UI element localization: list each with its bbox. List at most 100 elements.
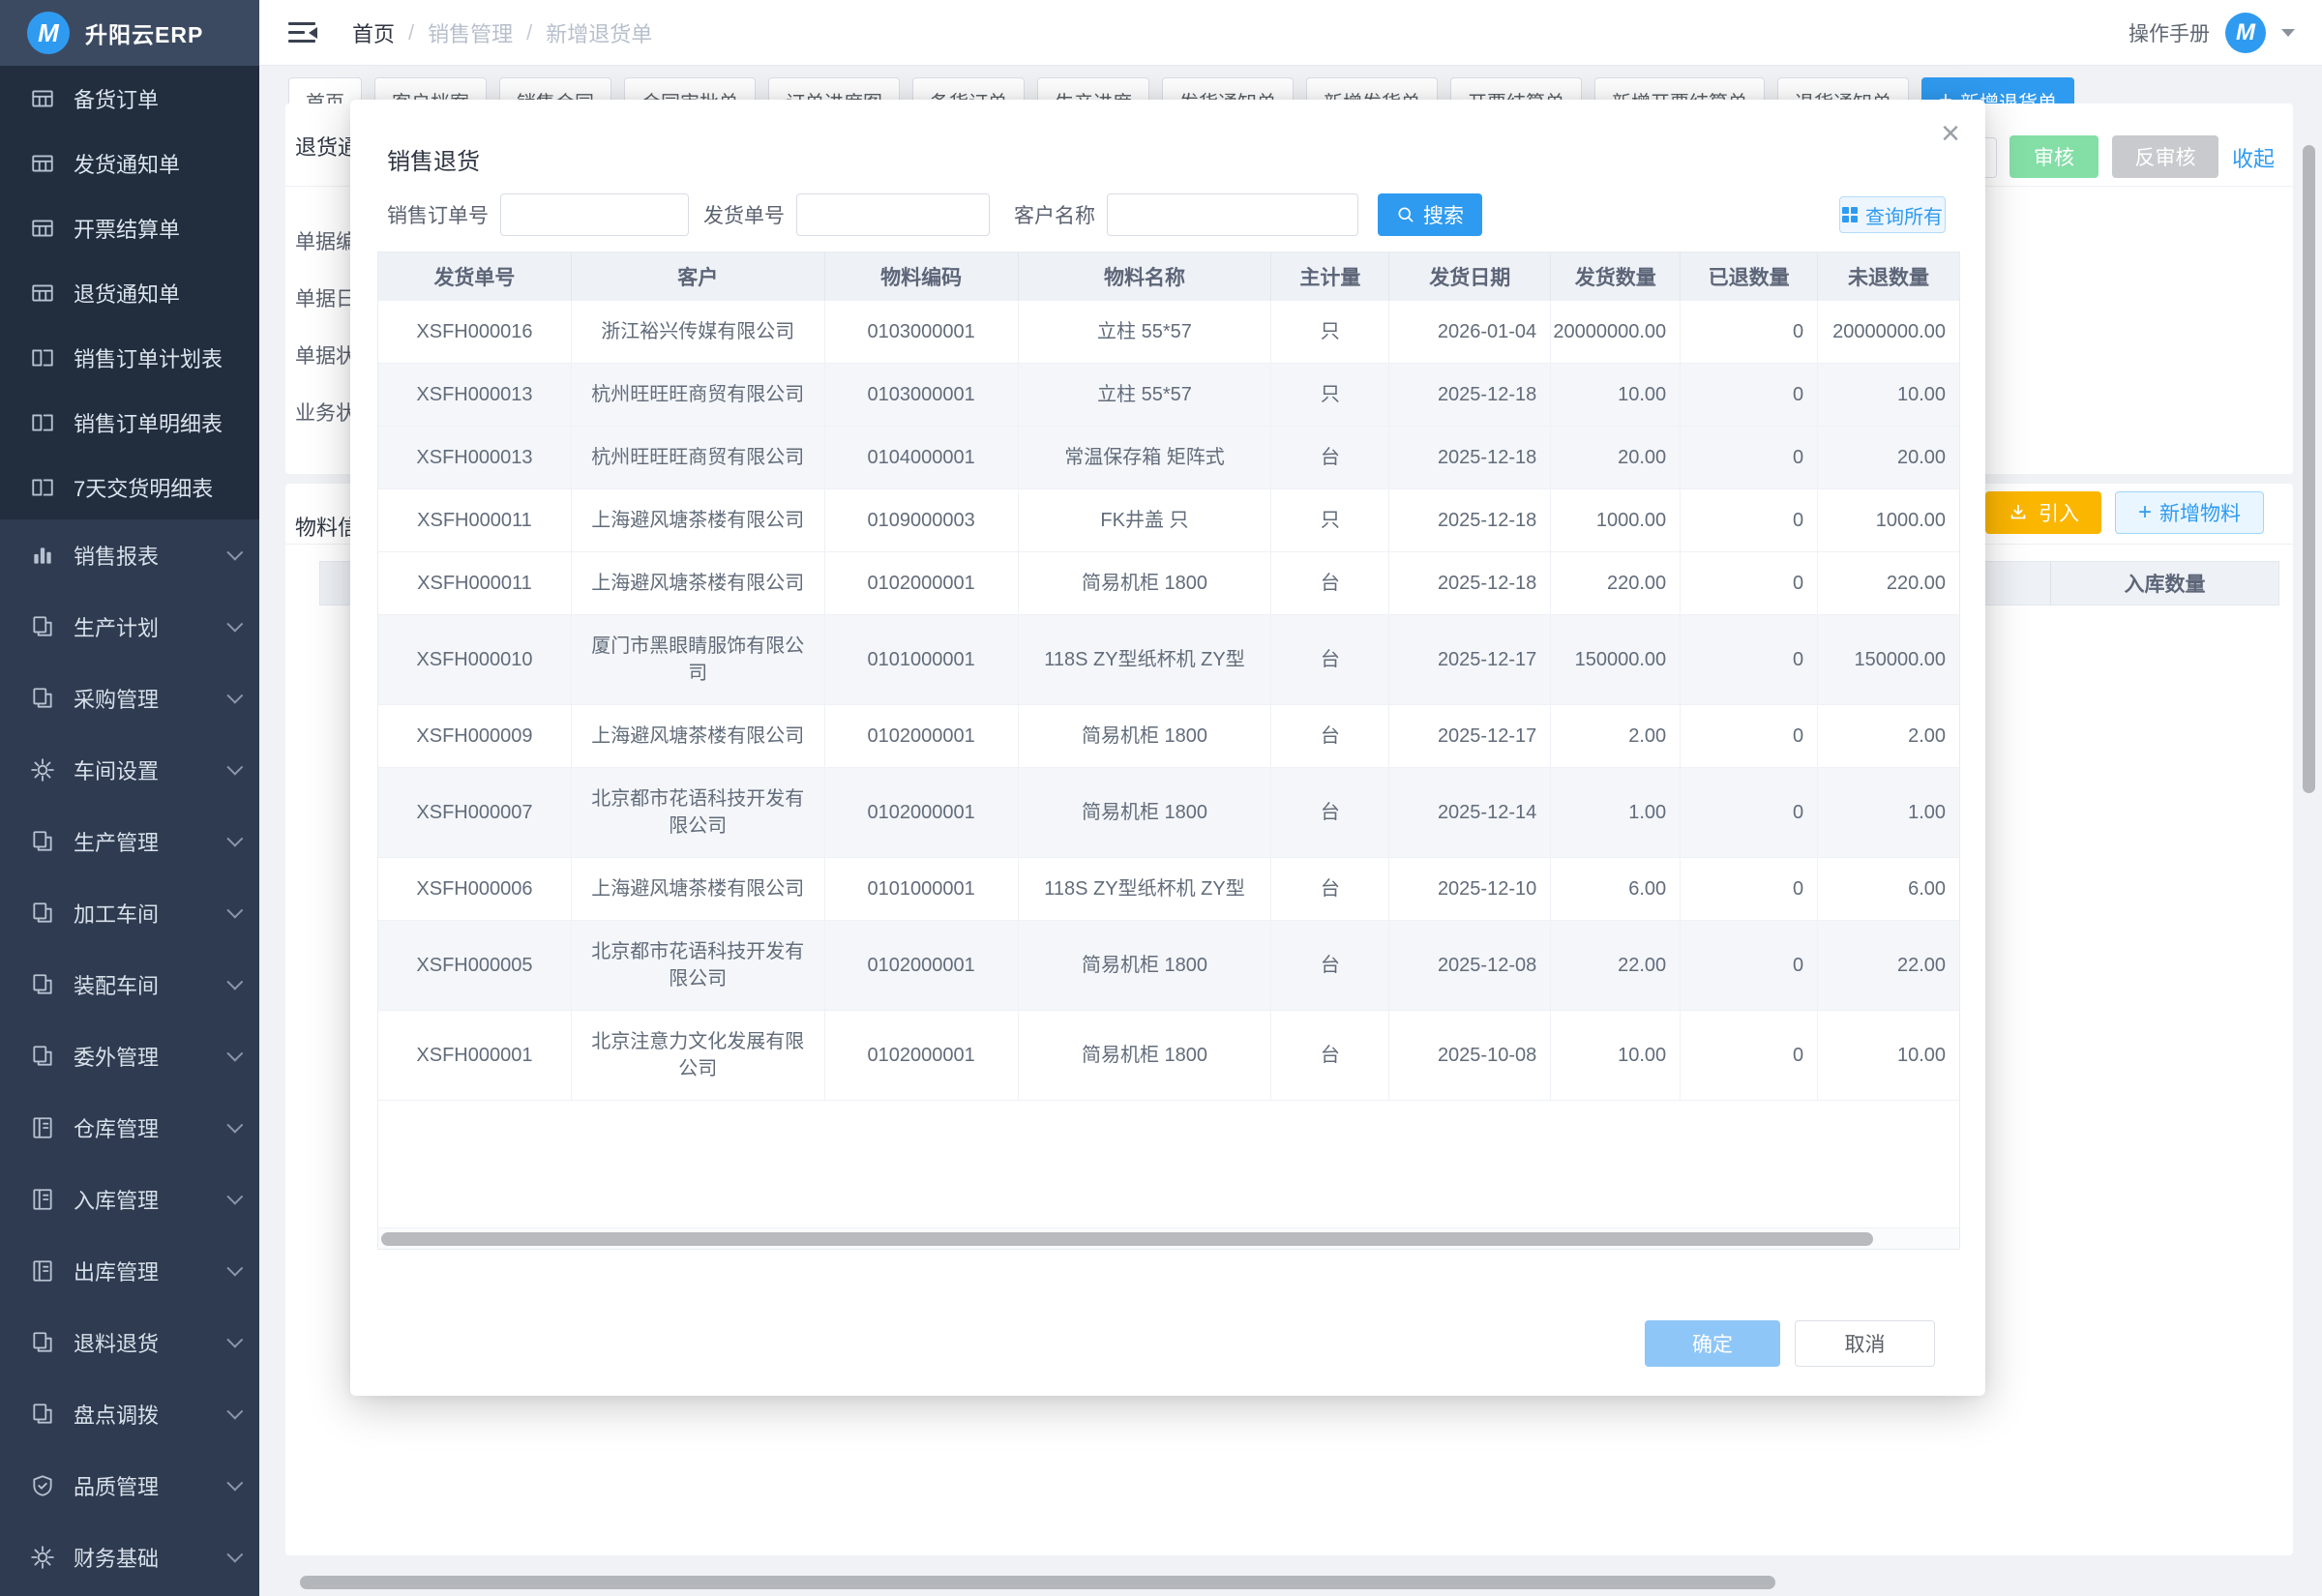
sidebar-item-入库管理[interactable]: 入库管理 — [0, 1164, 259, 1235]
sidebar-item-发货通知单[interactable]: 发货通知单 — [0, 131, 259, 195]
chevron-down-icon[interactable] — [2281, 29, 2295, 37]
cell: XSFH000011 — [378, 489, 572, 552]
sales-order-input[interactable] — [500, 193, 689, 236]
cell: XSFH000007 — [378, 768, 572, 858]
sidebar-item-仓库管理[interactable]: 仓库管理 — [0, 1092, 259, 1164]
cell: 0 — [1681, 705, 1818, 768]
sidebar-item-销售订单明细表[interactable]: 销售订单明细表 — [0, 390, 259, 455]
search-button[interactable]: 搜索 — [1378, 193, 1482, 236]
cell: 1000.00 — [1818, 489, 1959, 552]
manual-link[interactable]: 操作手册 — [2128, 18, 2210, 47]
cell: 0102000001 — [825, 552, 1019, 615]
cell: 2.00 — [1818, 705, 1959, 768]
confirm-button[interactable]: 确定 — [1645, 1320, 1780, 1367]
collapse-link[interactable]: 收起 — [2232, 142, 2275, 173]
sidebar-item-出库管理[interactable]: 出库管理 — [0, 1235, 259, 1307]
sidebar-item-备货订单[interactable]: 备货订单 — [0, 66, 259, 131]
cell: 2025-12-10 — [1389, 858, 1551, 921]
table-row[interactable]: XSFH000016浙江裕兴传媒有限公司0103000001立柱 55*57只2… — [378, 301, 1959, 364]
column-header-主计量: 主计量 — [1271, 252, 1389, 301]
sidebar-submenu: 备货订单发货通知单开票结算单退货通知单销售订单计划表销售订单明细表7天交货明细表 — [0, 66, 259, 519]
sidebar-item-7天交货明细表[interactable]: 7天交货明细表 — [0, 455, 259, 519]
sidebar-item-label: 出库管理 — [74, 1256, 226, 1286]
sidebar-item-车间设置[interactable]: 车间设置 — [0, 734, 259, 806]
table-row[interactable]: XSFH000006上海避风塘茶楼有限公司0101000001118S ZY型纸… — [378, 858, 1959, 921]
download-icon — [2008, 502, 2029, 523]
cell: 0102000001 — [825, 1011, 1019, 1101]
cancel-button[interactable]: 取消 — [1795, 1320, 1935, 1367]
table-row[interactable]: XSFH000013杭州旺旺旺商贸有限公司0104000001常温保存箱 矩阵式… — [378, 427, 1959, 489]
column-header-客户: 客户 — [572, 252, 825, 301]
query-all-button[interactable]: 查询所有 — [1839, 196, 1946, 233]
horizontal-scrollbar-thumb[interactable] — [300, 1576, 1775, 1589]
cell: 2.00 — [1551, 705, 1681, 768]
sidebar-item-委外管理[interactable]: 委外管理 — [0, 1020, 259, 1092]
table-icon — [29, 280, 56, 307]
cell: XSFH000005 — [378, 921, 572, 1011]
book-open-icon — [29, 474, 56, 501]
sidebar-item-生产计划[interactable]: 生产计划 — [0, 591, 259, 663]
cell: 只 — [1271, 489, 1389, 552]
cell: 台 — [1271, 615, 1389, 705]
sidebar-item-品质管理[interactable]: 品质管理 — [0, 1450, 259, 1522]
cell: XSFH000001 — [378, 1011, 572, 1101]
book-icon — [29, 1186, 56, 1213]
table-icon — [29, 215, 56, 242]
audit-button[interactable]: 审核 — [2009, 135, 2099, 178]
customer-name-input[interactable] — [1107, 193, 1358, 236]
import-button[interactable]: 引入 — [1985, 491, 2101, 534]
cell: 118S ZY型纸杯机 ZY型 — [1019, 615, 1272, 705]
cell: 2025-12-14 — [1389, 768, 1551, 858]
book-open-icon — [29, 409, 56, 436]
table-row[interactable]: XSFH000010厦门市黑眼睛服饰有限公司0101000001118S ZY型… — [378, 615, 1959, 705]
sidebar-item-label: 开票结算单 — [74, 213, 238, 244]
sidebar-item-开票结算单[interactable]: 开票结算单 — [0, 195, 259, 260]
sidebar-item-财务基础[interactable]: 财务基础 — [0, 1522, 259, 1593]
chevron-down-icon — [226, 545, 243, 561]
table-row[interactable]: XSFH000001北京注意力文化发展有限公司0102000001简易机柜 18… — [378, 1011, 1959, 1101]
cell: 0 — [1681, 552, 1818, 615]
table-row[interactable]: XSFH000011上海避风塘茶楼有限公司0102000001简易机柜 1800… — [378, 552, 1959, 615]
close-icon[interactable]: × — [1941, 117, 1960, 150]
docs-icon — [29, 613, 56, 640]
breadcrumb-home[interactable]: 首页 — [352, 17, 395, 48]
cell: 北京都市花语科技开发有限公司 — [572, 921, 825, 1011]
cell: 上海避风塘茶楼有限公司 — [572, 858, 825, 921]
docs-icon — [29, 1401, 56, 1428]
sidebar-item-生产管理[interactable]: 生产管理 — [0, 806, 259, 877]
sidebar-item-退货通知单[interactable]: 退货通知单 — [0, 260, 259, 325]
sidebar-item-销售报表[interactable]: 销售报表 — [0, 519, 259, 591]
sidebar-item-采购管理[interactable]: 采购管理 — [0, 663, 259, 734]
breadcrumb-section[interactable]: 销售管理 — [428, 17, 513, 48]
chevron-down-icon — [226, 1260, 243, 1277]
cell: 北京注意力文化发展有限公司 — [572, 1011, 825, 1101]
cell: 立柱 55*57 — [1019, 301, 1272, 364]
chevron-down-icon — [226, 759, 243, 776]
sidebar-item-盘点调拨[interactable]: 盘点调拨 — [0, 1378, 259, 1450]
table-row[interactable]: XSFH000007北京都市花语科技开发有限公司0102000001简易机柜 1… — [378, 768, 1959, 858]
add-material-button[interactable]: + 新增物料 — [2115, 491, 2264, 534]
user-avatar[interactable]: M — [2225, 13, 2266, 53]
vertical-scrollbar-thumb[interactable] — [2303, 145, 2315, 793]
table-row[interactable]: XSFH000013杭州旺旺旺商贸有限公司0103000001立柱 55*57只… — [378, 364, 1959, 427]
cell: 10.00 — [1551, 364, 1681, 427]
delivery-no-input[interactable] — [796, 193, 990, 236]
navbar-right: 操作手册 M — [2128, 13, 2295, 53]
sidebar-item-退料退货[interactable]: 退料退货 — [0, 1307, 259, 1378]
sidebar-item-装配车间[interactable]: 装配车间 — [0, 949, 259, 1020]
menu-fold-icon[interactable] — [288, 21, 317, 44]
column-header-已退数量: 已退数量 — [1681, 252, 1818, 301]
sidebar-item-label: 入库管理 — [74, 1184, 226, 1215]
cell: 22.00 — [1551, 921, 1681, 1011]
cell: 1.00 — [1818, 768, 1959, 858]
table-row[interactable]: XSFH000009上海避风塘茶楼有限公司0102000001简易机柜 1800… — [378, 705, 1959, 768]
chevron-down-icon — [226, 1475, 243, 1492]
sales-return-dialog: × 销售退货 销售订单号 发货单号 客户名称 搜索 查询所有 发货单号客户物料编… — [350, 100, 1985, 1396]
table-row[interactable]: XSFH000005北京都市花语科技开发有限公司0102000001简易机柜 1… — [378, 921, 1959, 1011]
unaudit-button[interactable]: 反审核 — [2112, 135, 2218, 178]
table-hscroll-thumb[interactable] — [381, 1232, 1873, 1246]
sidebar-item-加工车间[interactable]: 加工车间 — [0, 877, 259, 949]
table-row[interactable]: XSFH000011上海避风塘茶楼有限公司0109000003FK井盖 只只20… — [378, 489, 1959, 552]
sidebar-item-销售订单计划表[interactable]: 销售订单计划表 — [0, 325, 259, 390]
cell: 厦门市黑眼睛服饰有限公司 — [572, 615, 825, 705]
